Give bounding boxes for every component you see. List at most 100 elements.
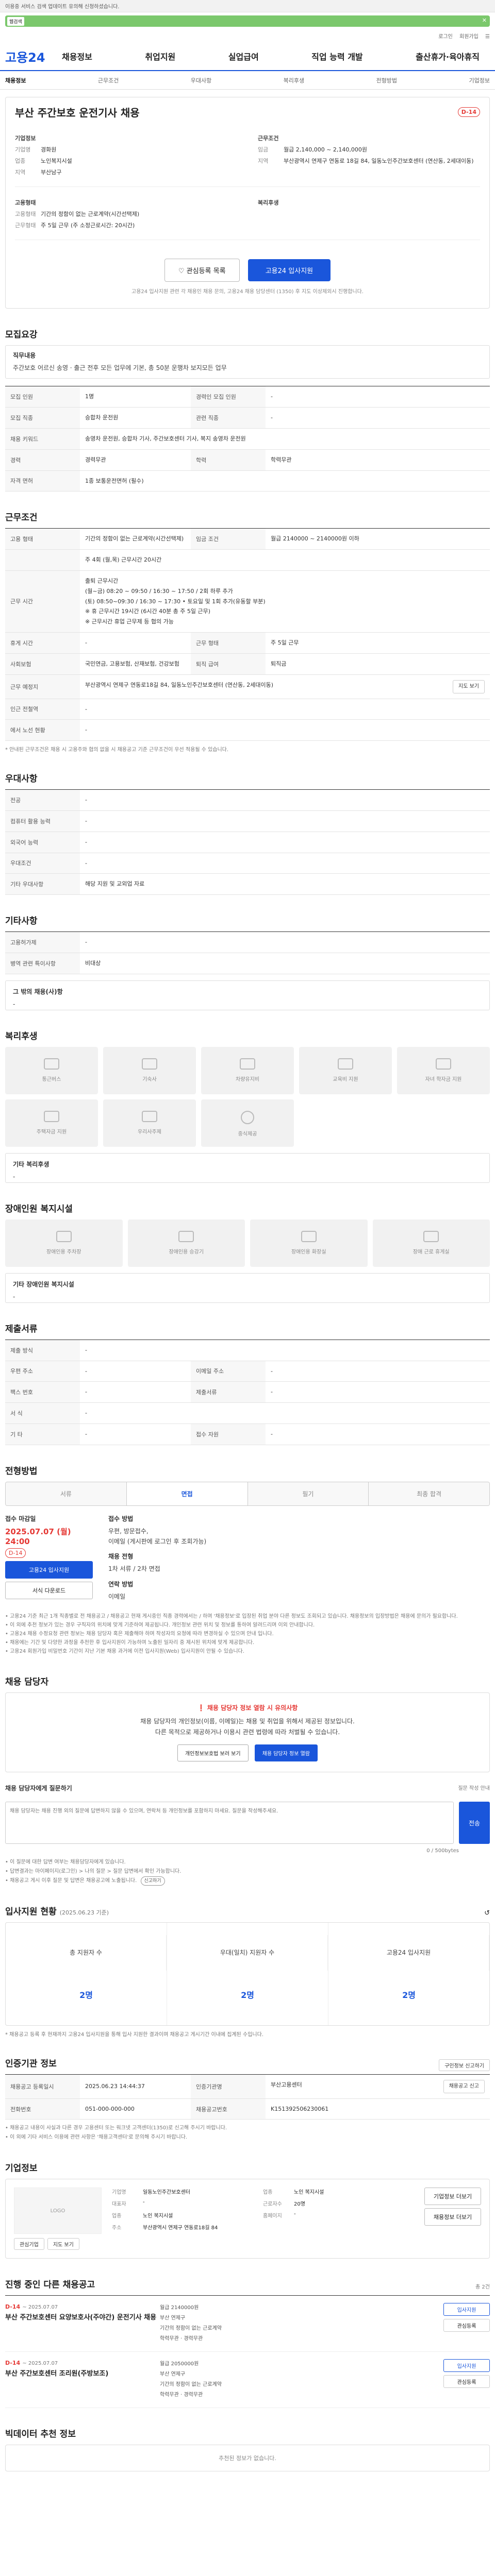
info-value: 부산광역시 연제구 연동로18길 84 bbox=[143, 2225, 218, 2231]
kv-key: 업종 bbox=[15, 158, 26, 164]
tab-recruit[interactable]: 채용정보 bbox=[5, 76, 26, 84]
job-title[interactable]: 부산 주간보호센터 요양보호사(주야간) 운전기사 채용 bbox=[5, 2313, 160, 2323]
scrap-button[interactable]: ♡ 관심등록 목록 bbox=[164, 259, 240, 282]
info-value: 20명 bbox=[294, 2201, 305, 2208]
qna-guide-link[interactable]: 질문 작성 안내 bbox=[458, 1784, 490, 1795]
apply-button[interactable]: 고용24 입사지원 bbox=[248, 259, 331, 281]
preference-table: 전공 - 컴퓨터 활용 능력 - 외국어 능력 - 우대조건 - 기타 우대사항 해당 지… bbox=[5, 789, 490, 895]
job-header: 부산 주간보호 운전기사 채용 D-14 기업정보 기업명 경화원 업종 노인복지시… bbox=[5, 97, 490, 309]
result-label: 연락 방법 bbox=[108, 1580, 134, 1588]
scrap-button[interactable]: 관심등록 bbox=[443, 2319, 490, 2332]
row-value: 경력무관 bbox=[80, 449, 191, 471]
gnb-item-support[interactable]: 취업지원 bbox=[145, 50, 175, 62]
welfare-grid: 통근버스 기숙사 차량유지비 교육비 지원 자녀 학자금 지원 주택자금 지원 … bbox=[5, 1046, 490, 1147]
parking-icon bbox=[56, 1230, 72, 1242]
manager-section: 채용 담당자 ❗ 채용 담당자 정보 열람 시 유의사항 채용 담당자의 개인정… bbox=[5, 1674, 490, 1886]
step-final[interactable]: 최종 합격 bbox=[369, 1482, 489, 1505]
kv-value: 주 5일 근무 (주 소정근로시간: 20시간) bbox=[41, 222, 135, 229]
report-job-button[interactable]: 구인정보 신고하기 bbox=[439, 2059, 490, 2071]
job-list-item[interactable]: D-14 ~ 2025.07.07 부산 주간보호센터 요양보호사(주야간) 운전… bbox=[5, 2296, 490, 2352]
apply-button[interactable]: 고용24 입사지원 bbox=[5, 1561, 93, 1579]
gnb-item-training[interactable]: 직업 능력 개발 bbox=[311, 50, 362, 62]
byte-counter: 0 / 500bytes bbox=[426, 1848, 459, 1854]
process-note: • 고용24 기준 최근 1개 직종별로 전 채용공고 / 채용공고 현재 게시… bbox=[5, 1614, 458, 1620]
info-value: 노인 복지시설 bbox=[143, 2213, 173, 2219]
gnb-item-leave[interactable]: 출산휴가·육아휴직 bbox=[416, 50, 480, 62]
status-bar: 웹검색 ✕ bbox=[5, 15, 490, 27]
disability-value: - bbox=[13, 1000, 15, 1008]
refresh-icon[interactable]: ↺ bbox=[484, 1909, 490, 1917]
row-value: - bbox=[80, 1402, 490, 1424]
conditions-note: * 안내된 근무조건은 채용 시 고용주와 협의 없을 시 채용공고 기준 근무… bbox=[5, 747, 229, 753]
gnb-item-benefit[interactable]: 실업급여 bbox=[228, 50, 259, 62]
row-key: 기 타 bbox=[5, 1423, 80, 1445]
row-value: 학력무관 bbox=[266, 449, 490, 471]
info-key: 업종 bbox=[263, 2190, 273, 2196]
welfare-item: 우리사주제 bbox=[103, 1099, 196, 1147]
company-scrap-button[interactable]: 관심기업 bbox=[14, 2238, 44, 2250]
section-tabs: 채용정보 근무조건 우대사항 복리후생 전형방법 기업정보 bbox=[0, 71, 495, 90]
step-interview[interactable]: 면접 bbox=[126, 1482, 248, 1505]
job-list-item[interactable]: D-14 ~ 2025.07.07 부산 주간보호센터 조리원(주방보조) 월급 … bbox=[5, 2352, 490, 2409]
tab-welfare[interactable]: 복리후생 bbox=[284, 76, 304, 84]
row-key: 모집 인원 bbox=[5, 386, 80, 408]
facility-item-label: 장애인용 화장실 bbox=[291, 1249, 326, 1255]
conditions-table: 고용 형태 기간의 정함이 없는 근로계약(시간선택제) 임금 조건 월급 21400… bbox=[5, 528, 490, 741]
step-documents[interactable]: 서류 bbox=[6, 1482, 127, 1505]
question-input[interactable] bbox=[5, 1802, 454, 1844]
scrap-button[interactable]: 관심등록 bbox=[443, 2375, 490, 2388]
kv-value: 기간의 정함이 없는 근로계약(시간선택제) bbox=[41, 211, 140, 217]
welfare-item-label: 교육비 지원 bbox=[333, 1076, 358, 1082]
row-key: 인증기관명 bbox=[191, 2074, 266, 2099]
company-more-button[interactable]: 기업정보 더보기 bbox=[424, 2188, 481, 2206]
company-map-button[interactable]: 지도 보기 bbox=[47, 2238, 79, 2250]
view-manager-button[interactable]: 채용 담당자 정보 열람 bbox=[254, 1744, 318, 1762]
section-title: 인증기관 정보 bbox=[5, 2058, 57, 2069]
facility-item: 장애인용 주차장 bbox=[5, 1219, 123, 1267]
row-key: 우편 주소 bbox=[5, 1361, 80, 1382]
jobs-more-button[interactable]: 채용정보 더보기 bbox=[424, 2208, 481, 2226]
warning-icon: ❗ bbox=[197, 1704, 207, 1712]
gnb-item-jobs[interactable]: 채용정보 bbox=[62, 50, 92, 62]
company-logo: LOGO bbox=[14, 2188, 102, 2234]
close-icon[interactable]: ✕ bbox=[482, 17, 487, 24]
facility-item: 장애 근로 휴게실 bbox=[372, 1219, 490, 1267]
login-link[interactable]: 로그인 bbox=[438, 34, 453, 40]
job-title[interactable]: 부산 주간보호센터 조리원(주방보조) bbox=[5, 2369, 160, 2379]
tab-preference[interactable]: 우대사항 bbox=[191, 76, 211, 84]
kv-value: 노인복지시설 bbox=[41, 158, 72, 164]
row-value: 승합차 운전원 bbox=[80, 407, 191, 429]
row-value: - bbox=[80, 1381, 191, 1403]
apply-button[interactable]: 입사지원 bbox=[443, 2359, 490, 2372]
apply-button[interactable]: 입사지원 bbox=[443, 2303, 490, 2316]
job-report-button[interactable]: 채용공고 신고 bbox=[443, 2079, 485, 2093]
agency-note: • 채용공고 내용이 사실과 다른 경우 고용센터 또는 워크넷 고객센터(13… bbox=[5, 2125, 227, 2131]
report-button[interactable]: 신고하기 bbox=[140, 1876, 165, 1886]
form-download-button[interactable]: 서식 다운로드 bbox=[5, 1581, 93, 1599]
recommend-section: 빅데이터 추천 정보 추천된 정보가 없습니다. bbox=[5, 2427, 490, 2472]
menu-icon[interactable]: ☰ bbox=[485, 34, 490, 40]
tab-process[interactable]: 전형방법 bbox=[376, 76, 397, 84]
job-edu: 학력무관 bbox=[160, 2336, 179, 2342]
tab-conditions[interactable]: 근무조건 bbox=[98, 76, 119, 84]
welfare-item-label: 주택자금 지원 bbox=[36, 1129, 67, 1135]
row-key: 채용공고번호 bbox=[191, 2098, 266, 2120]
signup-link[interactable]: 회원가입 bbox=[459, 34, 478, 40]
manager-desc: 다른 목적으로 제공하거나 이용시 관련 법령에 따라 처벌될 수 있습니다. bbox=[155, 1728, 340, 1736]
row-value: 해당 지원 및 교외업 자료 bbox=[80, 873, 490, 895]
section-title: 진행 중인 다른 채용공고 bbox=[5, 2280, 95, 2291]
status-bar-label[interactable]: 웹검색 bbox=[7, 17, 24, 26]
row-key: 인근 전철역 bbox=[5, 699, 80, 720]
step-written[interactable]: 필기 bbox=[248, 1482, 369, 1505]
facility-item: 장애인용 승강기 bbox=[127, 1219, 245, 1267]
site-logo[interactable]: 고용24 bbox=[5, 47, 62, 65]
welfare-item: 교육비 지원 bbox=[299, 1046, 392, 1094]
map-button[interactable]: 지도 보기 bbox=[453, 680, 485, 693]
tab-company[interactable]: 기업정보 bbox=[469, 76, 489, 84]
row-value: - bbox=[80, 719, 490, 741]
send-button[interactable]: 전송 bbox=[459, 1802, 490, 1844]
welfare-item-label: 우리사주제 bbox=[138, 1129, 161, 1135]
privacy-law-button[interactable]: 개인정보보호법 보러 보기 bbox=[177, 1744, 249, 1762]
welfare-other-value: - bbox=[13, 1173, 15, 1180]
announce-value: 1차 서류 / 2차 면접 bbox=[108, 1565, 160, 1573]
